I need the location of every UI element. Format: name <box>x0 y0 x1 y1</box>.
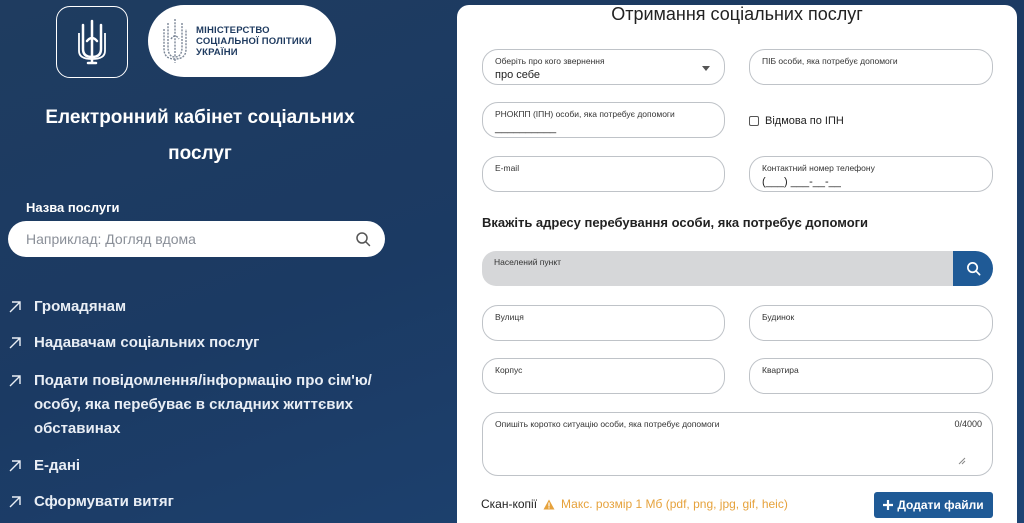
pib-field-label: ПІБ особи, яка потребує допомоги <box>762 56 898 66</box>
rnokpp-field[interactable]: РНОКПП (ІПН) особи, яка потребує допомог… <box>482 102 725 138</box>
building-field-label: Корпус <box>495 365 523 375</box>
nav-item-citizens[interactable]: Громадянам <box>8 295 126 319</box>
nav-item-label: Е-дані <box>34 457 81 474</box>
building-field[interactable]: Корпус <box>482 358 725 394</box>
page-title: Електронний кабінет соціальних послуг <box>20 100 380 172</box>
service-search-box[interactable] <box>8 221 385 257</box>
ministry-line1: МІНІСТЕРСТВО <box>196 24 270 36</box>
pib-field[interactable]: ПІБ особи, яка потребує допомоги <box>749 49 993 85</box>
scan-label: Скан-копії <box>481 497 538 511</box>
scan-size-limit: Макс. розмір 1 Мб (pdf, png, jpg, gif, h… <box>561 497 788 511</box>
nav-item-e-data[interactable]: Е-дані <box>8 454 80 478</box>
address-section-title: Вкажіть адресу перебування особи, яка по… <box>482 215 869 230</box>
resize-handle-icon[interactable] <box>958 457 966 465</box>
arrow-up-right-icon <box>9 301 21 313</box>
arrow-up-right-icon <box>9 375 21 387</box>
ministry-name: МІНІСТЕРСТВО СОЦІАЛЬНОЇ ПОЛІТИКИ УКРАЇНИ <box>196 25 312 58</box>
locality-field[interactable]: Населений пункт <box>482 251 953 286</box>
locality-field-label: Населений пункт <box>494 257 562 267</box>
house-field[interactable]: Будинок <box>749 305 993 341</box>
who-select-value: про себе <box>495 69 541 81</box>
service-search-input[interactable] <box>26 231 355 247</box>
phone-field[interactable]: Контактний номер телефону (___) ___-__-_… <box>749 156 993 192</box>
rnokpp-field-label: РНОКПП (ІПН) особи, яка потребує допомог… <box>495 109 675 119</box>
phone-field-label: Контактний номер телефону <box>762 163 875 173</box>
house-field-label: Будинок <box>762 312 795 322</box>
warning-icon <box>543 499 555 509</box>
search-icon <box>966 262 980 276</box>
trident-logo[interactable] <box>56 6 128 78</box>
add-files-button[interactable]: Додати файли <box>874 492 993 518</box>
trident-icon <box>78 19 106 65</box>
nav-item-report-family[interactable]: Подати повідомлення/інформацію про сім'ю… <box>8 369 408 441</box>
street-field[interactable]: Вулиця <box>482 305 725 341</box>
phone-field-value: (___) ___-__-__ <box>762 176 841 188</box>
email-field-label: E-mail <box>495 163 520 173</box>
rnokpp-field-value: __________ <box>495 122 557 134</box>
street-field-label: Вулиця <box>495 312 524 322</box>
page-title-line2: послуг <box>168 143 232 164</box>
ipn-refusal-label: Відмова по ІПН <box>765 115 844 127</box>
add-files-label: Додати файли <box>897 498 984 512</box>
ministry-logo[interactable]: МІНІСТЕРСТВО СОЦІАЛЬНОЇ ПОЛІТИКИ УКРАЇНИ <box>148 5 336 77</box>
nav-item-label: Подати повідомлення/інформацію про сім'ю… <box>34 372 372 437</box>
ministry-line3: УКРАЇНИ <box>196 46 238 58</box>
arrow-up-right-icon <box>9 337 21 349</box>
form-title: Отримання соціальних послуг <box>611 5 863 24</box>
page-title-line1: Електронний кабінет соціальних <box>45 107 355 128</box>
search-icon[interactable] <box>355 231 371 247</box>
ipn-refusal-checkbox[interactable]: Відмова по ІПН <box>749 115 844 127</box>
left-panel: МІНІСТЕРСТВО СОЦІАЛЬНОЇ ПОЛІТИКИ УКРАЇНИ… <box>0 0 455 523</box>
nav-item-providers[interactable]: Надавачам соціальних послуг <box>8 331 259 355</box>
chevron-down-icon <box>702 66 710 71</box>
apartment-field[interactable]: Квартира <box>749 358 993 394</box>
checkbox-box[interactable] <box>749 116 759 126</box>
email-field[interactable]: E-mail <box>482 156 725 192</box>
arrow-up-right-icon <box>9 460 21 472</box>
service-request-form: Отримання соціальних послуг Оберіть про … <box>457 5 1017 523</box>
situation-textarea-label: Опишіть коротко ситуацію особи, яка потр… <box>495 419 720 429</box>
plus-icon <box>883 500 894 510</box>
situation-textarea[interactable]: Опишіть коротко ситуацію особи, яка потр… <box>482 412 993 476</box>
nav-item-label: Надавачам соціальних послуг <box>34 334 260 351</box>
apartment-field-label: Квартира <box>762 365 799 375</box>
trident-icon <box>163 19 187 63</box>
locality-search-button[interactable] <box>953 251 993 286</box>
char-counter: 0/4000 <box>954 419 982 429</box>
nav-item-extract[interactable]: Сформувати витяг <box>8 490 174 514</box>
who-select-label: Оберіть про кого звернення <box>495 56 605 66</box>
arrow-up-right-icon <box>9 496 21 508</box>
nav-item-label: Сформувати витяг <box>34 493 174 510</box>
who-select[interactable]: Оберіть про кого звернення про себе <box>482 49 725 85</box>
ministry-line2: СОЦІАЛЬНОЇ ПОЛІТИКИ <box>196 35 312 47</box>
nav-item-label: Громадянам <box>34 298 127 315</box>
service-search-label: Назва послуги <box>26 200 120 215</box>
scan-copies-row: Скан-копії Макс. розмір 1 Мб (pdf, png, … <box>481 497 788 511</box>
